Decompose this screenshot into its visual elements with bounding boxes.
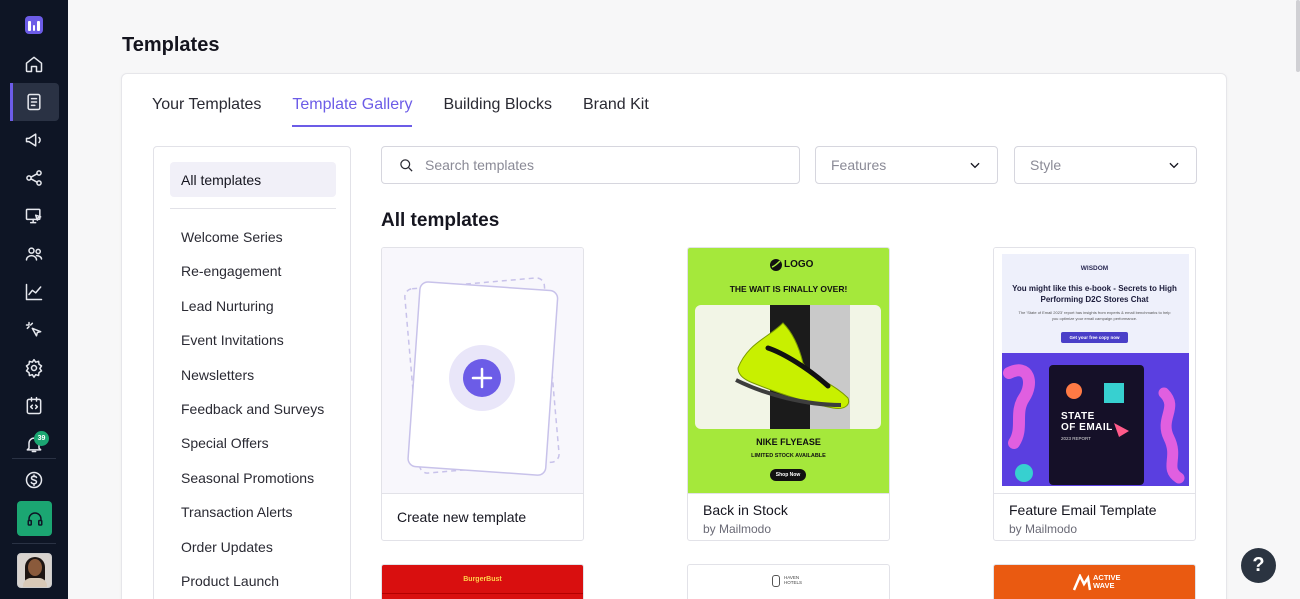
- preview-cover-title-2: OF EMAIL: [1061, 422, 1113, 433]
- create-template-footer: Create new template: [382, 493, 583, 540]
- create-template-illustration: [382, 248, 583, 493]
- template-footer: Back in Stock by Mailmodo: [688, 493, 889, 540]
- billing-icon: [25, 471, 43, 489]
- sidebar-item-settings[interactable]: [16, 350, 52, 386]
- integrations-icon: [25, 321, 42, 337]
- preview-cover-subtitle: 2023 REPORT: [1061, 436, 1091, 441]
- preview-cover-title-1: STATE: [1061, 411, 1095, 422]
- notification-count-badge: 39: [34, 431, 49, 446]
- sidebar-item-developer[interactable]: [16, 388, 52, 424]
- preview-cta: Shop Now: [775, 472, 801, 478]
- help-button[interactable]: ?: [1241, 548, 1276, 583]
- template-card-feature-email[interactable]: WISDOM You might like this e-book - Secr…: [993, 247, 1196, 541]
- landing-pages-icon: [25, 208, 42, 224]
- filter-lead-nurturing[interactable]: Lead Nurturing: [181, 298, 324, 332]
- sidebar-item-landing-pages[interactable]: [16, 198, 52, 234]
- templates-icon: [27, 93, 41, 111]
- sidebar: 39: [0, 0, 68, 599]
- sidebar-divider: [12, 543, 56, 544]
- sidebar-item-analytics[interactable]: [16, 274, 52, 310]
- template-footer: Feature Email Template by Mailmodo: [994, 493, 1195, 540]
- sidebar-divider: [12, 458, 56, 459]
- campaigns-icon: [25, 133, 41, 147]
- filter-special-offers[interactable]: Special Offers: [181, 435, 324, 469]
- category-filter-panel: All templates Welcome Series Re-engageme…: [153, 146, 351, 599]
- filter-product-launch[interactable]: Product Launch: [181, 573, 324, 599]
- preview-logo: LOGO: [784, 259, 814, 270]
- tab-bar: Your Templates Template Gallery Building…: [152, 96, 680, 127]
- preview-logo: WISDOM: [1080, 265, 1109, 272]
- preview-subline: LIMITED STOCK AVAILABLE: [751, 453, 826, 459]
- template-name: Back in Stock: [703, 502, 788, 518]
- sidebar-item-templates[interactable]: [16, 84, 52, 120]
- filter-re-engagement[interactable]: Re-engagement: [181, 263, 324, 297]
- journeys-icon: [26, 170, 42, 186]
- search-input[interactable]: [425, 157, 785, 173]
- template-preview: WISDOM You might like this e-book - Secr…: [994, 248, 1195, 493]
- app-logo-icon[interactable]: [25, 16, 43, 34]
- filter-welcome-series[interactable]: Welcome Series: [181, 229, 324, 263]
- style-dropdown[interactable]: Style: [1014, 146, 1197, 184]
- page-scrollbar[interactable]: [1296, 0, 1300, 72]
- style-dropdown-value: Style: [1030, 157, 1062, 173]
- sidebar-item-home[interactable]: [16, 46, 52, 82]
- tab-your-templates[interactable]: Your Templates: [152, 96, 261, 127]
- preview-product: NIKE FLYEASE: [756, 437, 821, 447]
- filter-newsletters[interactable]: Newsletters: [181, 367, 324, 401]
- page-title: Templates: [122, 34, 220, 56]
- search-box[interactable]: [381, 146, 800, 184]
- template-card-burger[interactable]: BurgerBust: [381, 564, 584, 599]
- template-author: by Mailmodo: [703, 522, 772, 536]
- sidebar-item-campaigns[interactable]: [16, 122, 52, 158]
- developer-icon: [26, 396, 42, 415]
- template-preview: LOGO THE WAIT IS FINALLY OVER! NIKE FLYE…: [688, 248, 889, 493]
- hotel-logo-icon: [772, 575, 780, 587]
- settings-icon: [25, 358, 43, 378]
- features-dropdown[interactable]: Features: [815, 146, 998, 184]
- audience-icon: [25, 247, 43, 261]
- templates-card: Your Templates Template Gallery Building…: [121, 73, 1227, 599]
- sidebar-item-journeys[interactable]: [16, 160, 52, 196]
- preview-logo-line-2: WAVE: [1093, 581, 1115, 590]
- create-template-card[interactable]: Create new template: [381, 247, 584, 541]
- filter-all-templates[interactable]: All templates: [170, 162, 336, 197]
- category-list: Welcome Series Re-engagement Lead Nurtur…: [181, 229, 324, 599]
- sidebar-item-integrations[interactable]: [16, 312, 52, 348]
- filter-seasonal-promotions[interactable]: Seasonal Promotions: [181, 470, 324, 504]
- chevron-down-icon: [970, 162, 980, 169]
- tab-brand-kit[interactable]: Brand Kit: [583, 96, 649, 127]
- filter-divider: [170, 208, 336, 209]
- preview-body: The 'State of Email 2023' report has ins…: [1018, 310, 1171, 321]
- sidebar-item-billing[interactable]: [16, 462, 52, 498]
- analytics-icon: [25, 283, 43, 301]
- template-name: Feature Email Template: [1009, 502, 1157, 518]
- chevron-down-icon: [1169, 162, 1179, 169]
- preview-headline: You might like this e-book - Secrets to …: [1012, 284, 1177, 304]
- sidebar-item-audience[interactable]: [16, 236, 52, 272]
- preview-logo-line-2: HOTELS: [784, 580, 803, 585]
- template-card-hotel[interactable]: HAVEN HOTELS: [687, 564, 890, 599]
- filter-event-invitations[interactable]: Event Invitations: [181, 332, 324, 366]
- preview-logo: BurgerBust: [463, 576, 502, 583]
- template-card-active-wave[interactable]: ACTIVE WAVE: [993, 564, 1196, 599]
- user-avatar[interactable]: [17, 553, 52, 588]
- home-icon: [25, 56, 43, 73]
- filter-transaction-alerts[interactable]: Transaction Alerts: [181, 504, 324, 538]
- tab-building-blocks[interactable]: Building Blocks: [443, 96, 552, 127]
- search-icon: [400, 158, 413, 172]
- sidebar-item-support[interactable]: [17, 501, 52, 536]
- template-name: Create new template: [397, 509, 527, 525]
- filter-order-updates[interactable]: Order Updates: [181, 539, 324, 573]
- wave-logo-icon: [1072, 574, 1092, 591]
- filter-feedback-surveys[interactable]: Feedback and Surveys: [181, 401, 324, 435]
- preview-cta: Get your free copy now: [1061, 332, 1128, 343]
- features-dropdown-value: Features: [831, 157, 887, 173]
- headset-icon: [27, 511, 42, 526]
- section-title: All templates: [381, 210, 500, 231]
- template-card-back-in-stock[interactable]: LOGO THE WAIT IS FINALLY OVER! NIKE FLYE…: [687, 247, 890, 541]
- preview-headline: THE WAIT IS FINALLY OVER!: [729, 284, 848, 294]
- tab-template-gallery[interactable]: Template Gallery: [292, 96, 413, 127]
- template-author: by Mailmodo: [1009, 522, 1078, 536]
